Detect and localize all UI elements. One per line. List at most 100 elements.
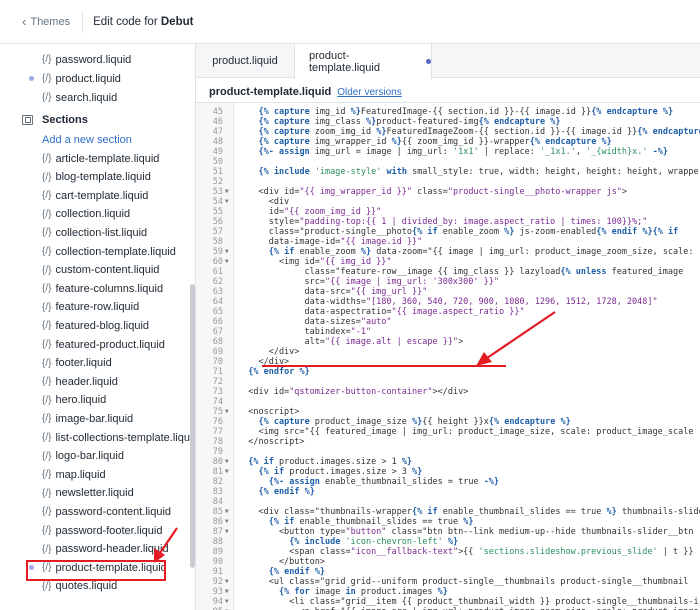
line-number: 74 (212, 397, 223, 407)
theme-name: Debut (160, 15, 194, 28)
sidebar-file-item[interactable]: {/} map.liquid (0, 465, 190, 484)
liquid-file-icon: {/} (42, 506, 52, 518)
sidebar-file-item[interactable]: {/} logo-bar.liquid (0, 447, 190, 466)
line-number: 56 (212, 217, 223, 227)
liquid-file-icon: {/} (42, 171, 52, 183)
sidebar-file-item[interactable]: {/} search.liquid (0, 88, 190, 107)
line-number: 64 (212, 297, 223, 307)
sidebar-file-item[interactable]: {/} header.liquid (0, 372, 190, 391)
tab-label: product.liquid (212, 55, 278, 67)
file-label: header.liquid (55, 375, 118, 388)
sidebar-scroll-thumb[interactable] (190, 284, 195, 568)
line-number: 55 (212, 207, 223, 217)
sidebar-file-item[interactable]: {/} collection-list.liquid (0, 223, 190, 242)
fold-toggle-icon[interactable]: ▼ (225, 527, 229, 537)
older-versions-link[interactable]: Older versions (337, 87, 401, 98)
code-line: {% endif %} (268, 567, 326, 577)
sidebar-file-item[interactable]: {/} password-content.liquid (0, 502, 190, 521)
highlight-box (26, 560, 166, 581)
liquid-file-icon: {/} (42, 339, 52, 350)
fold-toggle-icon[interactable]: ▼ (225, 197, 229, 207)
line-number: 84 (212, 497, 223, 507)
back-to-themes-link[interactable]: ‹ Themes (0, 8, 70, 36)
code-line: data-image-id="{{ image.id }}" (238, 237, 423, 247)
fold-toggle-icon[interactable]: ▼ (225, 467, 229, 477)
sidebar-file-item[interactable]: {/} list-collections-template.liquid (0, 428, 195, 447)
file-label: product.liquid (55, 72, 121, 85)
code-line: {% endif %} (258, 487, 315, 497)
code-line: alt="{{ image.alt | escape }}"> (238, 337, 464, 347)
sidebar-file-item[interactable]: {/} collection-template.liquid (0, 242, 190, 261)
fold-toggle-icon[interactable]: ▼ (225, 247, 229, 257)
sidebar-file-item[interactable]: {/} collection.liquid (0, 205, 190, 224)
sidebar-file-item[interactable]: {/} cart-template.liquid (0, 186, 190, 205)
code-line: <li class="grid__item {{ product_thumbna… (238, 597, 699, 607)
code-line: data-aspectratio="{{ image.aspect_ratio … (238, 307, 525, 317)
sidebar-file-item[interactable]: {/} feature-row.liquid (0, 298, 190, 317)
tab-product-liquid[interactable]: product.liquid (196, 44, 294, 78)
liquid-file-icon: {/} (42, 246, 52, 257)
code-line: <button type="button" class="btn btn--li… (238, 527, 694, 537)
line-number: 82 (212, 477, 223, 487)
line-number: 92 (212, 577, 223, 587)
code-line: {% for image in product.images %} (278, 587, 448, 597)
code-line: {% if enable_zoom %} data-zoom="{{ image… (268, 247, 694, 257)
liquid-file-icon: {/} (42, 301, 52, 313)
sidebar-file-item[interactable]: {/} password.liquid (0, 50, 190, 69)
file-label: collection.liquid (55, 208, 131, 221)
line-number: 45 (212, 107, 223, 117)
folder-icon (22, 115, 33, 125)
fold-toggle-icon[interactable]: ▼ (225, 597, 229, 607)
liquid-file-icon: {/} (42, 264, 52, 276)
sidebar-file-item[interactable]: {/} password-header.liquid (0, 540, 190, 559)
fold-toggle-icon[interactable]: ▼ (225, 187, 229, 197)
file-label: map.liquid (55, 468, 106, 481)
code-line: data-sizes="auto" (238, 317, 392, 327)
sidebar-file-item[interactable]: {/} image-bar.liquid (0, 409, 190, 428)
fold-toggle-icon[interactable]: ▼ (225, 457, 229, 467)
liquid-file-icon: {/} (42, 487, 52, 499)
sidebar-file-item[interactable]: {/} hero.liquid (0, 391, 190, 410)
code-line: <div id="{{ img_wrapper_id }}" class="pr… (238, 187, 627, 197)
fold-toggle-icon[interactable]: ▼ (225, 577, 229, 587)
add-section-link[interactable]: Add a new section (42, 134, 132, 146)
back-label: Themes (30, 15, 71, 28)
tab-product-template-liquid[interactable]: product-template.liquid (294, 44, 432, 79)
code-line: {% include 'image-style' with small_styl… (258, 167, 700, 177)
file-label: password-header.liquid (55, 543, 169, 556)
code-line: <ul class="grid grid--uniform product-si… (238, 577, 689, 587)
code-line: </div> (238, 347, 300, 357)
line-number: 91 (212, 567, 223, 577)
code-line: </button> (238, 557, 325, 567)
fold-toggle-icon[interactable]: ▼ (225, 407, 229, 417)
liquid-file-icon: {/} (42, 432, 52, 443)
file-info: product-template.liquid Older versions (209, 86, 402, 98)
sidebar-file-item[interactable]: {/} featured-product.liquid (0, 335, 190, 354)
sidebar-file-item[interactable]: {/} password-footer.liquid (0, 521, 190, 540)
line-number: 63 (212, 287, 223, 297)
sidebar-file-item[interactable]: {/} featured-blog.liquid (0, 316, 190, 335)
code-area[interactable]: 45 {% capture img_id %}FeaturedImage-{{ … (196, 102, 700, 610)
fold-toggle-icon[interactable]: ▼ (225, 517, 229, 527)
line-number: 51 (212, 167, 223, 177)
code-line: data-widths="[180, 360, 540, 720, 900, 1… (238, 297, 658, 307)
sidebar-file-item[interactable]: {/} blog-template.liquid (0, 168, 190, 187)
sections-folder[interactable]: Sections (22, 114, 88, 126)
line-number: 77 (212, 427, 223, 437)
sidebar-file-item[interactable]: {/} article-template.liquid (0, 149, 190, 168)
fold-toggle-icon[interactable]: ▼ (225, 587, 229, 597)
file-label: custom-content.liquid (55, 264, 160, 277)
liquid-file-icon: {/} (42, 543, 52, 555)
line-number: 73 (212, 387, 223, 397)
sidebar-file-item[interactable]: {/} product.liquid (0, 69, 190, 88)
file-label: logo-bar.liquid (55, 450, 124, 463)
sidebar-file-item[interactable]: {/} footer.liquid (0, 354, 190, 373)
sidebar-file-item[interactable]: {/} newsletter.liquid (0, 484, 190, 503)
fold-toggle-icon[interactable]: ▼ (225, 507, 229, 517)
sidebar-file-item[interactable]: {/} feature-columns.liquid (0, 279, 190, 298)
liquid-file-icon: {/} (42, 376, 52, 388)
liquid-file-icon: {/} (42, 92, 52, 103)
fold-toggle-icon[interactable]: ▼ (225, 257, 229, 267)
liquid-file-icon: {/} (42, 73, 52, 84)
sidebar-file-item[interactable]: {/} custom-content.liquid (0, 261, 190, 280)
